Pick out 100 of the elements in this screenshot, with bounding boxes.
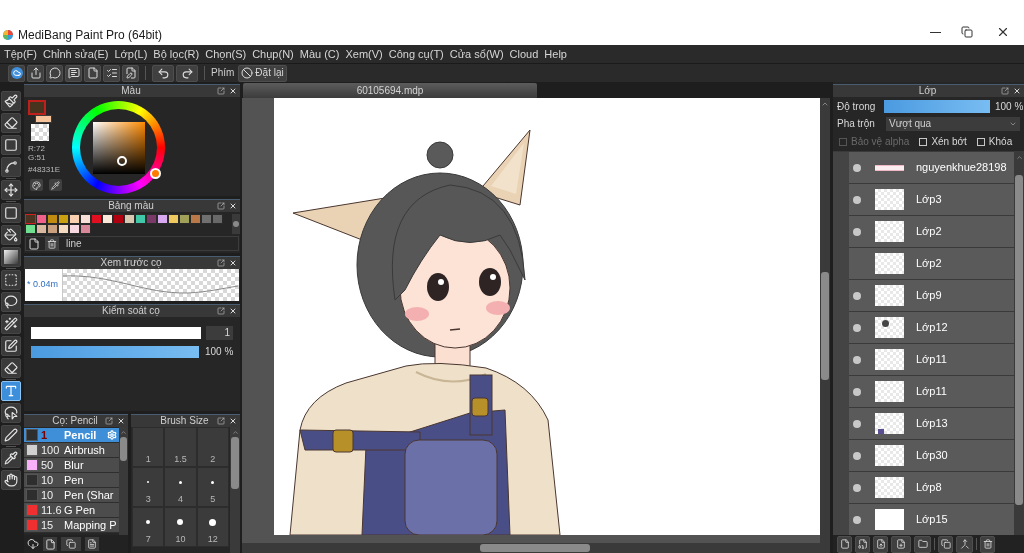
layer-row[interactable]: Lớp13 xyxy=(849,408,1014,439)
hue-marker-icon[interactable] xyxy=(150,168,161,179)
lasso-tool-button[interactable] xyxy=(1,292,21,312)
pen-square-tool-button[interactable] xyxy=(1,336,21,356)
menu-item[interactable]: Help xyxy=(544,48,567,60)
layer-row[interactable]: Lớp3 xyxy=(849,184,1014,215)
palette-button[interactable] xyxy=(30,179,43,191)
menu-item[interactable]: Tệp(F) xyxy=(4,48,37,60)
brush-item[interactable]: 10 Pen xyxy=(24,473,119,488)
palette-swatch[interactable] xyxy=(179,214,190,224)
scrollbar-thumb[interactable] xyxy=(233,221,239,227)
eraser-tool-button[interactable] xyxy=(1,113,21,133)
new-brush-button[interactable] xyxy=(43,537,57,551)
brush-settings-button[interactable] xyxy=(85,537,99,551)
brush-tool-button[interactable] xyxy=(1,91,21,111)
scrollbar-thumb[interactable] xyxy=(120,437,127,461)
layer-row[interactable]: Lớp2 xyxy=(849,248,1014,279)
pen-tool-button[interactable] xyxy=(1,425,21,445)
size-slider[interactable] xyxy=(31,327,201,339)
rectangle-tool-button[interactable] xyxy=(1,135,21,155)
layer-row[interactable]: Lớp12 xyxy=(849,312,1014,343)
color-picker-marker-icon[interactable] xyxy=(116,155,127,166)
pop-out-icon[interactable] xyxy=(217,307,225,315)
one-bit-layer-button[interactable] xyxy=(873,535,888,553)
brush-item[interactable]: 15 Mapping P xyxy=(24,518,119,533)
layer-row[interactable]: Lớp8 xyxy=(849,472,1014,503)
brush-size-cell[interactable]: 4 xyxy=(164,467,197,507)
layer-row[interactable]: Lớp11 xyxy=(849,376,1014,407)
menu-item[interactable]: Công cụ(T) xyxy=(388,48,444,60)
palette-swatch[interactable] xyxy=(36,214,47,224)
document-tab[interactable]: 60105694.mdp xyxy=(243,83,537,98)
background-color-swatch[interactable] xyxy=(35,115,52,123)
palette-swatch[interactable] xyxy=(36,224,47,234)
close-icon[interactable] xyxy=(229,307,237,315)
share-button[interactable] xyxy=(27,64,44,82)
magic-wand-tool-button[interactable] xyxy=(1,314,21,334)
brush-size-cell[interactable]: 2 xyxy=(196,427,229,467)
delete-palette-button[interactable] xyxy=(45,237,59,250)
brush-size-cell[interactable]: 5 xyxy=(196,467,229,507)
scrollbar-track[interactable] xyxy=(242,543,830,553)
palette-swatch[interactable] xyxy=(201,214,212,224)
layer-opacity-slider[interactable] xyxy=(884,100,990,113)
cloud-button[interactable] xyxy=(8,64,25,82)
layer-row[interactable]: Lớp2 xyxy=(849,216,1014,247)
speech-bubble-button[interactable] xyxy=(46,64,63,82)
close-icon[interactable] xyxy=(229,202,237,210)
brush-size-cell[interactable]: 3 xyxy=(132,467,165,507)
palette-swatch[interactable] xyxy=(47,224,58,234)
lasso-pointer-tool-button[interactable] xyxy=(1,403,21,423)
layer-row[interactable]: Lớp11 xyxy=(849,344,1014,375)
pop-out-icon[interactable] xyxy=(217,87,225,95)
pipette-tool-button[interactable] xyxy=(1,448,21,468)
palette-swatch[interactable] xyxy=(58,214,69,224)
palette-swatch[interactable] xyxy=(168,214,179,224)
layer-row[interactable]: Lớp30 xyxy=(849,440,1014,471)
add-layer-button[interactable] xyxy=(891,535,911,553)
palette-swatch[interactable] xyxy=(47,214,58,224)
brush-item[interactable]: 100 Airbrush xyxy=(24,443,119,458)
palette-swatch[interactable] xyxy=(25,224,36,234)
close-icon[interactable] xyxy=(229,87,237,95)
opacity-slider[interactable] xyxy=(31,346,199,358)
scrollbar-track[interactable] xyxy=(119,427,128,535)
undo-button[interactable] xyxy=(152,64,174,82)
eraser-outline-tool-button[interactable] xyxy=(1,358,21,378)
gear-icon[interactable] xyxy=(107,430,117,440)
eight-bit-layer-button[interactable] xyxy=(855,535,870,553)
new-layer-button[interactable] xyxy=(837,535,852,553)
paint-bucket-tool-button[interactable] xyxy=(1,225,21,245)
size-field[interactable]: 1 xyxy=(206,326,233,340)
dashed-square-tool-button[interactable] xyxy=(1,270,21,290)
menu-item[interactable]: Bộ lọc(R) xyxy=(153,48,200,60)
palette-swatch[interactable] xyxy=(58,224,69,234)
palette-swatch[interactable] xyxy=(80,224,91,234)
saturation-value-square[interactable] xyxy=(92,121,145,174)
menu-item[interactable]: Lớp(L) xyxy=(114,48,148,60)
palette-swatch[interactable] xyxy=(135,214,146,224)
copy-brush-button[interactable] xyxy=(61,537,81,551)
brush-size-cell[interactable]: 7 xyxy=(132,507,165,547)
blend-mode-dropdown[interactable]: Vượt qua xyxy=(886,117,1020,131)
pop-out-icon[interactable] xyxy=(1001,87,1009,95)
edit-page-button[interactable] xyxy=(122,64,139,82)
pop-out-icon[interactable] xyxy=(217,417,225,425)
brush-item[interactable]: 50 Blur xyxy=(24,458,119,473)
curve-tool-button[interactable] xyxy=(1,157,21,177)
page-button[interactable] xyxy=(84,64,101,82)
palette-swatch[interactable] xyxy=(80,214,91,224)
scrollbar-thumb[interactable] xyxy=(1015,175,1023,505)
menu-item[interactable]: Chụp(N) xyxy=(252,48,294,60)
comment-button[interactable] xyxy=(65,64,82,82)
palette-swatch[interactable] xyxy=(69,214,80,224)
menu-item[interactable]: Cloud xyxy=(509,48,539,60)
close-icon[interactable] xyxy=(229,259,237,267)
close-icon[interactable] xyxy=(229,417,237,425)
brush-size-cell[interactable]: 12 xyxy=(196,507,229,547)
layer-row[interactable]: Lớp9 xyxy=(849,280,1014,311)
hand-tool-button[interactable] xyxy=(1,470,21,490)
move-tool-button[interactable] xyxy=(1,180,21,200)
palette-swatch[interactable] xyxy=(69,224,80,234)
palette-swatch[interactable] xyxy=(212,214,223,224)
palette-swatch[interactable] xyxy=(91,214,102,224)
